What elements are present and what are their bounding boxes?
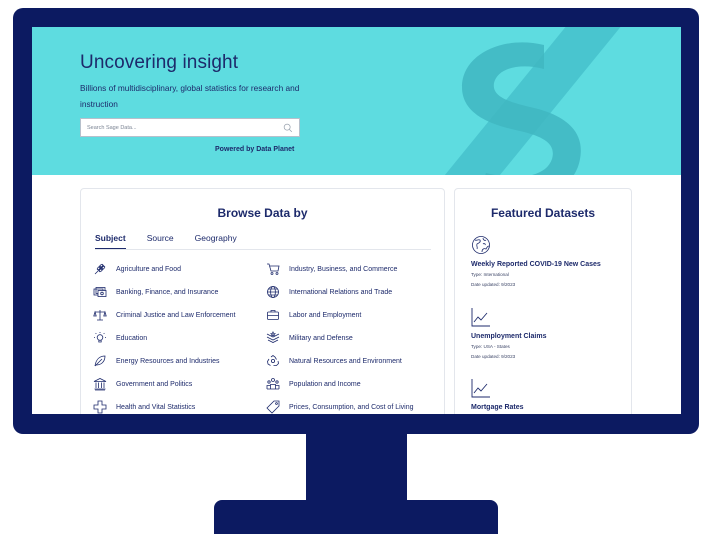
subject-item-agriculture[interactable]: Agriculture and Food <box>93 262 181 276</box>
powered-by-link[interactable]: Powered by Data Planet <box>215 146 294 153</box>
browse-data-card: Browse Data by Subject Source Geography … <box>80 188 445 414</box>
line-chart-icon <box>471 379 490 398</box>
subject-item-banking[interactable]: Banking, Finance, and Insurance <box>93 285 218 299</box>
money-icon <box>93 287 107 297</box>
subject-label: Natural Resources and Environment <box>289 357 402 365</box>
people-icon <box>266 378 280 390</box>
search-icon[interactable] <box>283 123 293 133</box>
subject-item-health[interactable]: Health and Vital Statistics <box>93 400 195 414</box>
subject-item-prices[interactable]: Prices, Consumption, and Cost of Living <box>266 400 414 414</box>
monitor-stand-base <box>214 500 498 534</box>
subject-item-natural-resources[interactable]: Natural Resources and Environment <box>266 354 402 368</box>
browse-title: Browse Data by <box>217 206 308 220</box>
browse-tabs: Subject Source Geography <box>95 233 431 250</box>
subject-item-industry[interactable]: Industry, Business, and Commerce <box>266 262 397 276</box>
subject-label: Industry, Business, and Commerce <box>289 265 398 273</box>
featured-item-title: Unemployment Claims <box>471 333 547 340</box>
tab-subject[interactable]: Subject <box>95 233 126 249</box>
cross-icon <box>93 400 107 414</box>
featured-item-unemployment[interactable]: Unemployment Claims Type: USA - States D… <box>471 307 621 360</box>
tag-icon <box>266 400 280 414</box>
globe-icon <box>472 236 490 254</box>
featured-item-type: Type: USA - States <box>471 344 510 349</box>
subject-label: Labor and Employment <box>289 311 362 319</box>
subject-item-energy[interactable]: Energy Resources and Industries <box>93 354 220 368</box>
hero-banner: Uncovering insight Billions of multidisc… <box>32 27 681 175</box>
featured-item-title: Weekly Reported COVID-19 New Cases <box>471 261 601 268</box>
featured-item-updated: Date updated: 9/2023 <box>471 282 516 287</box>
monitor-stand-neck <box>306 430 407 505</box>
tab-geography[interactable]: Geography <box>195 233 237 249</box>
cart-icon <box>267 263 280 275</box>
featured-item-title: Mortgage Rates <box>471 404 524 411</box>
subject-label: Prices, Consumption, and Cost of Living <box>289 403 414 411</box>
subject-item-population[interactable]: Population and Income <box>266 377 361 391</box>
sage-s-logo-icon <box>444 27 621 175</box>
insignia-icon <box>266 331 280 343</box>
search-input[interactable] <box>87 124 283 131</box>
featured-item-updated: Date updated: 9/2023 <box>471 354 516 359</box>
subject-label: Education <box>116 334 148 342</box>
tab-source[interactable]: Source <box>147 233 174 249</box>
briefcase-icon <box>267 310 279 320</box>
globe-icon <box>267 286 279 298</box>
featured-item-type: Type: International <box>471 272 509 277</box>
subject-label: Government and Politics <box>116 380 193 388</box>
subject-item-military[interactable]: Military and Defense <box>266 331 353 345</box>
hero-subtitle: Billions of multidisciplinary, global st… <box>80 83 300 109</box>
wheat-icon <box>94 263 106 275</box>
featured-item-mortgage[interactable]: Mortgage Rates <box>471 378 621 411</box>
featured-title: Featured Datasets <box>490 206 596 220</box>
subject-label: Military and Defense <box>289 334 353 342</box>
subject-item-international[interactable]: International Relations and Trade <box>266 285 392 299</box>
subject-label: Health and Vital Statistics <box>116 403 196 411</box>
building-icon <box>93 378 107 391</box>
subject-label: Energy Resources and Industries <box>116 357 220 365</box>
subject-item-criminal-justice[interactable]: Criminal Justice and Law Enforcement <box>93 308 235 322</box>
subject-label: Population and Income <box>289 380 361 388</box>
scales-icon <box>93 310 107 321</box>
subject-label: International Relations and Trade <box>289 288 393 296</box>
recycle-icon <box>267 355 279 366</box>
leaf-icon <box>94 355 106 367</box>
subject-label: Criminal Justice and Law Enforcement <box>116 311 236 319</box>
subject-item-education[interactable]: Education <box>93 331 147 345</box>
search-box[interactable] <box>80 118 300 137</box>
screen: Uncovering insight Billions of multidisc… <box>32 27 681 414</box>
subject-item-labor[interactable]: Labor and Employment <box>266 308 361 322</box>
hero-title: Uncovering insight <box>80 52 239 73</box>
lightbulb-icon <box>94 332 106 343</box>
line-chart-icon <box>471 308 490 327</box>
subject-label: Agriculture and Food <box>116 265 181 273</box>
featured-item-covid[interactable]: Weekly Reported COVID-19 New Cases Type:… <box>471 235 621 288</box>
subject-item-government[interactable]: Government and Politics <box>93 377 192 391</box>
featured-datasets-card: Featured Datasets Weekly Reported COVID-… <box>454 188 632 414</box>
subject-label: Banking, Finance, and Insurance <box>116 288 219 296</box>
